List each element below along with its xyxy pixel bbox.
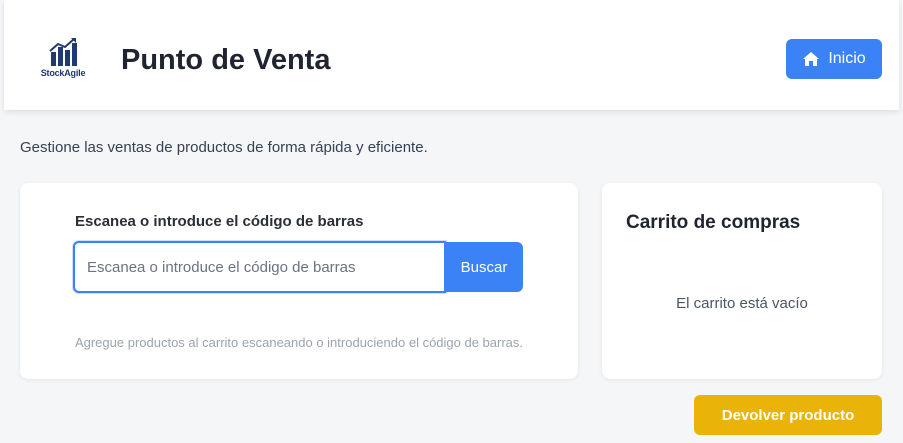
cart-title: Carrito de compras [626,212,801,233]
scanner-hint: Agregue productos al carrito escaneando … [74,335,524,350]
stockagile-logo[interactable]: StockAgile [34,38,92,82]
barcode-input[interactable] [73,241,446,293]
return-product-button[interactable]: Devolver producto [694,395,882,435]
bar-chart-logo-icon [49,38,77,66]
page-subtitle: Gestione las ventas de productos de form… [20,139,428,156]
home-button-label: Inicio [828,50,866,67]
search-button[interactable]: Buscar [445,242,523,292]
shopping-cart-card: Carrito de compras El carrito está vacío [602,183,882,379]
page-title: Punto de Venta [121,44,331,76]
barcode-label: Escanea o introduce el código de barras [75,213,364,230]
home-icon [803,52,820,66]
barcode-scanner-card: Escanea o introduce el código de barras … [20,183,578,379]
logo-text: StockAgile [40,68,86,78]
header: StockAgile Punto de Venta Inicio [4,0,899,110]
cart-empty-message: El carrito está vacío [676,295,808,312]
home-button[interactable]: Inicio [786,39,882,79]
